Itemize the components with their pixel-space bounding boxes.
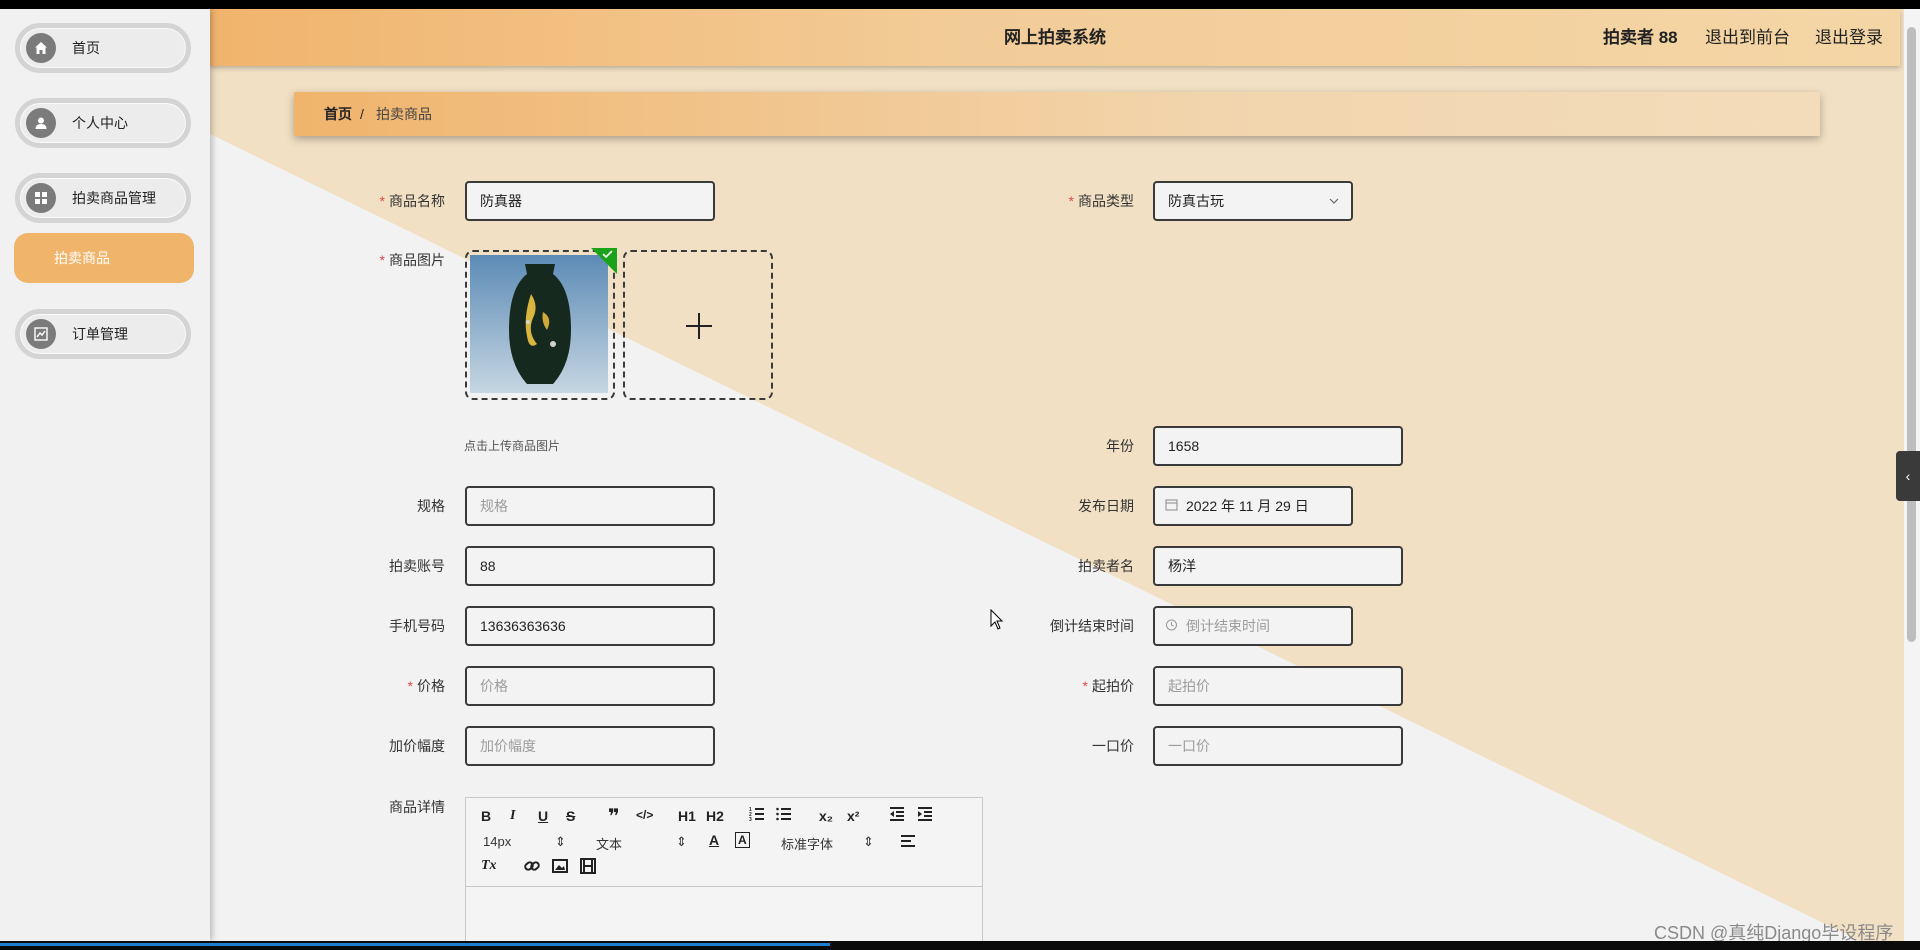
start-price-input[interactable]: 起拍价 xyxy=(1153,666,1403,706)
account-input[interactable]: 88 xyxy=(465,546,715,586)
updown-icon: ⇕ xyxy=(676,834,687,849)
svg-text:3: 3 xyxy=(749,817,752,822)
year-label: 年份 xyxy=(1106,438,1134,454)
image-upload-button[interactable] xyxy=(623,250,773,400)
seller-name-input[interactable]: 杨洋 xyxy=(1153,546,1403,586)
clear-format-button[interactable]: Tx xyxy=(481,858,497,874)
progress-line xyxy=(0,943,830,946)
sidebar-item-label: 订单管理 xyxy=(72,326,128,342)
image-icon[interactable] xyxy=(552,858,568,877)
superscript-button[interactable]: x² xyxy=(847,808,859,824)
subscript-button[interactable]: x₂ xyxy=(819,808,833,824)
plus-icon xyxy=(685,312,713,343)
font-color-icon[interactable]: A xyxy=(709,832,719,848)
align-icon[interactable] xyxy=(900,834,916,851)
current-user-label: 拍卖者 88 xyxy=(1603,28,1678,47)
year-input[interactable]: 1658 xyxy=(1153,426,1403,466)
strike-button[interactable]: S xyxy=(566,808,575,824)
chart-icon xyxy=(26,319,56,349)
sidebar-item-label: 个人中心 xyxy=(72,115,128,131)
grid-icon xyxy=(26,183,56,213)
sidebar-subitem-auction-goods[interactable]: 拍卖商品 xyxy=(14,233,194,283)
phone-label: 手机号码 xyxy=(389,618,445,634)
ordered-list-icon[interactable]: 123 xyxy=(749,806,765,825)
watermark: CSDN @真纯Django毕设程序 xyxy=(1654,923,1894,941)
goods-image-label: * 商品图片 xyxy=(379,252,445,268)
scrollbar-thumb[interactable] xyxy=(1907,27,1916,642)
goods-name-input[interactable]: 防真器 xyxy=(465,181,715,221)
link-icon[interactable] xyxy=(524,858,540,877)
background-color-icon[interactable]: A xyxy=(735,832,750,848)
top-header: 网上拍卖系统 拍卖者 88 退出到前台 退出登录 xyxy=(210,9,1900,66)
mouse-cursor-icon xyxy=(990,609,1004,630)
app-screen: 网上拍卖系统 拍卖者 88 退出到前台 退出登录 首页 个人中心 拍卖商品管理 … xyxy=(0,9,1920,941)
publish-date-picker[interactable]: 2022 年 11 月 29 日 xyxy=(1153,486,1353,526)
sidebar-item-orders[interactable]: 订单管理 xyxy=(15,309,191,359)
font-size-select[interactable]: 14px ⇕ xyxy=(483,834,566,849)
updown-icon: ⇕ xyxy=(555,834,566,849)
uploaded-image-thumb[interactable] xyxy=(465,248,617,400)
goods-name-label: * 商品名称 xyxy=(379,193,445,209)
countdown-label: 倒计结束时间 xyxy=(1050,618,1134,634)
h1-button[interactable]: H1 xyxy=(678,808,696,824)
text-style-select[interactable]: 文本 ⇕ xyxy=(596,834,687,853)
sidebar-item-label: 拍卖商品管理 xyxy=(72,190,156,206)
breadcrumb-home[interactable]: 首页 xyxy=(324,92,352,136)
chevron-down-icon xyxy=(1329,183,1339,219)
code-icon[interactable]: </> xyxy=(636,808,653,822)
buyout-input[interactable]: 一口价 xyxy=(1153,726,1403,766)
start-price-label: * 起拍价 xyxy=(1082,678,1134,694)
bullet-list-icon[interactable] xyxy=(776,806,792,825)
bold-button[interactable]: B xyxy=(481,808,491,824)
price-label: * 价格 xyxy=(407,678,445,694)
clock-icon xyxy=(1165,608,1178,644)
video-icon[interactable] xyxy=(580,858,596,877)
sidebar-item-label: 首页 xyxy=(72,40,100,56)
exit-to-front-link[interactable]: 退出到前台 xyxy=(1705,9,1790,66)
image-upload-hint: 点击上传商品图片 xyxy=(464,439,561,453)
increment-label: 加价幅度 xyxy=(389,738,445,754)
quote-icon[interactable]: ❞ xyxy=(608,804,620,829)
editor-toolbar: B I U S ❞ </> H1 H2 123 x₂ x² 14px ⇕ 文本 ⇕ xyxy=(466,798,982,887)
logout-link[interactable]: 退出登录 xyxy=(1815,9,1883,66)
italic-button[interactable]: I xyxy=(510,808,515,824)
account-label: 拍卖账号 xyxy=(389,558,445,574)
goods-type-select[interactable]: 防真古玩 xyxy=(1153,181,1353,221)
rich-text-editor: B I U S ❞ </> H1 H2 123 x₂ x² 14px ⇕ 文本 ⇕ xyxy=(465,797,983,941)
breadcrumb: 首页 / 拍卖商品 xyxy=(294,92,1820,136)
seller-name-label: 拍卖者名 xyxy=(1078,558,1134,574)
font-family-select[interactable]: 标准字体 ⇕ xyxy=(781,834,874,853)
h2-button[interactable]: H2 xyxy=(706,808,724,824)
increment-input[interactable]: 加价幅度 xyxy=(465,726,715,766)
sidebar-item-profile[interactable]: 个人中心 xyxy=(15,98,191,148)
breadcrumb-separator: / xyxy=(360,106,364,122)
chevron-left-icon[interactable]: ‹ xyxy=(1896,451,1920,501)
home-icon xyxy=(26,33,56,63)
underline-button[interactable]: U xyxy=(538,808,548,824)
price-input[interactable]: 价格 xyxy=(465,666,715,706)
detail-label: 商品详情 xyxy=(389,799,445,815)
check-icon xyxy=(587,248,617,281)
sidebar-item-home[interactable]: 首页 xyxy=(15,23,191,73)
indent-icon[interactable] xyxy=(917,806,933,825)
countdown-time-picker[interactable]: 倒计结束时间 xyxy=(1153,606,1353,646)
phone-input[interactable]: 13636363636 xyxy=(465,606,715,646)
spec-input[interactable]: 规格 xyxy=(465,486,715,526)
spec-label: 规格 xyxy=(417,498,445,514)
updown-icon: ⇕ xyxy=(863,834,874,849)
sidebar: 首页 个人中心 拍卖商品管理 拍卖商品 订单管理 xyxy=(0,9,210,941)
outdent-icon[interactable] xyxy=(889,806,905,825)
buyout-label: 一口价 xyxy=(1092,738,1134,754)
publish-date-label: 发布日期 xyxy=(1078,498,1134,514)
user-icon xyxy=(26,108,56,138)
calendar-icon xyxy=(1165,488,1178,524)
sidebar-item-auction-goods-manage[interactable]: 拍卖商品管理 xyxy=(15,173,191,223)
goods-type-label: * 商品类型 xyxy=(1068,193,1134,209)
breadcrumb-current: 拍卖商品 xyxy=(376,106,432,122)
